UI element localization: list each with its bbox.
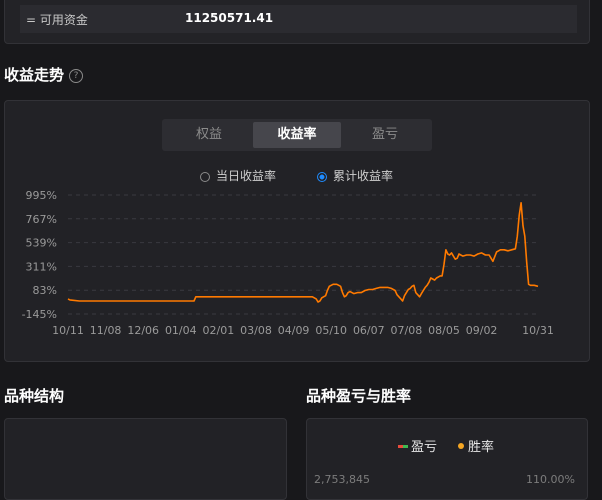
line-marker-icon (398, 445, 408, 448)
x-tick-label: 09/02 (466, 324, 498, 337)
structure-card (4, 418, 287, 500)
dot-marker-icon (458, 443, 464, 449)
x-tick-label: 01/04 (165, 324, 197, 337)
x-tick-label: 04/09 (278, 324, 310, 337)
x-tick-label: 05/10 (315, 324, 347, 337)
left-axis-top-label: 2,753,845 (314, 473, 370, 486)
legend-win-rate-label: 胜率 (468, 440, 495, 455)
legend-pnl[interactable]: 盈亏 (398, 436, 437, 455)
y-tick-label: 83% (33, 284, 57, 297)
x-tick-label: 06/07 (353, 324, 385, 337)
y-tick-label: 311% (26, 260, 57, 273)
cumulative-return-series-line (67, 202, 539, 303)
x-tick-label: 02/01 (203, 324, 235, 337)
legend-win-rate[interactable]: 胜率 (458, 436, 494, 455)
x-tick-label: 08/05 (428, 324, 460, 337)
pnl-win-card (306, 418, 588, 500)
y-tick-label: 767% (26, 213, 57, 226)
y-tick-label: 539% (26, 237, 57, 250)
y-tick-label: -145% (22, 308, 57, 321)
x-tick-label: 10/11 (52, 324, 84, 337)
x-tick-label: 12/06 (127, 324, 159, 337)
pnl-win-section-title: 品种盈亏与胜率 (306, 387, 412, 405)
y-tick-label: 995% (26, 189, 57, 202)
x-tick-label: 07/08 (391, 324, 423, 337)
x-tick-label: 10/31 (522, 324, 554, 337)
legend-pnl-label: 盈亏 (411, 440, 438, 455)
structure-section-title: 品种结构 (4, 387, 65, 405)
right-axis-top-label: 110.00% (526, 473, 575, 486)
return-rate-line-chart: 995% 767% 539% 311% 83% -145% 10/11 11/08 12/06 0… (22, 189, 554, 337)
x-tick-label: 03/08 (240, 324, 272, 337)
x-tick-label: 11/08 (90, 324, 122, 337)
